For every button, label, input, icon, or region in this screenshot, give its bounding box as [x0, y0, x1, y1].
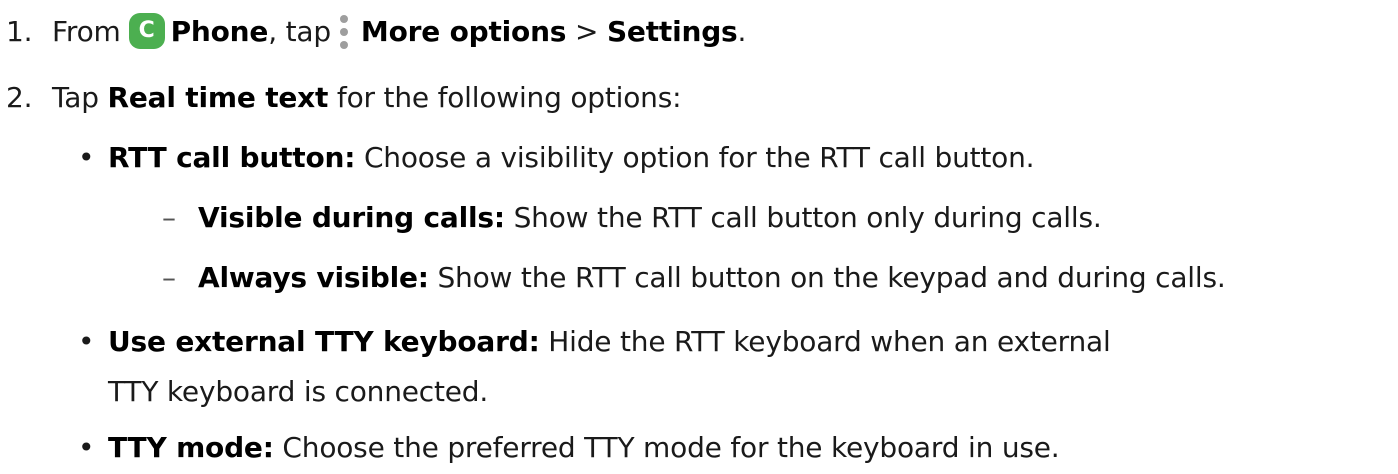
- option-desc: TTY keyboard is connected.: [108, 375, 489, 408]
- suboption-colon: :: [417, 261, 429, 294]
- option-colon: :: [262, 431, 274, 464]
- step-text: , tap: [268, 15, 331, 48]
- menu-separator: >: [566, 15, 607, 48]
- step-text: From: [52, 15, 121, 48]
- suboption-term: Always visible: [198, 261, 418, 294]
- settings-label: Settings: [606, 15, 738, 48]
- phone-app-icon: C: [128, 13, 165, 49]
- dash: –: [162, 261, 176, 294]
- step-text: Tap: [52, 81, 99, 114]
- suboption-desc: Show the RTT call button on the keypad a…: [428, 261, 1226, 294]
- more-options-label: More options: [360, 15, 567, 48]
- step-number: 2.: [6, 81, 33, 114]
- option-desc: Choose the preferred TTY mode for the ke…: [273, 431, 1060, 464]
- step-text: .: [737, 15, 747, 48]
- more-options-icon: [339, 14, 349, 50]
- real-time-text-label: Real time text: [107, 81, 329, 114]
- suboption-colon: :: [493, 201, 505, 234]
- bullet: •: [78, 431, 95, 464]
- option-desc: Choose a visibility option for the RTT c…: [355, 141, 1035, 174]
- option-colon: :: [528, 325, 540, 358]
- bullet: •: [78, 325, 95, 358]
- step-text: for the following options:: [328, 81, 682, 114]
- dash: –: [162, 201, 176, 234]
- option-term: Use external TTY keyboard: [108, 325, 529, 358]
- option-colon: :: [344, 141, 356, 174]
- bullet: •: [78, 141, 95, 174]
- suboption-desc: Show the RTT call button only during cal…: [504, 201, 1102, 234]
- suboption-term: Visible during calls: [198, 201, 494, 234]
- option-term: RTT call button: [108, 141, 345, 174]
- phone-app-label: Phone: [170, 15, 269, 48]
- step-number: 1.: [6, 15, 33, 48]
- option-term: TTY mode: [108, 431, 263, 464]
- phone-icon-letter: C: [138, 18, 155, 43]
- option-desc: Hide the RTT keyboard when an external: [539, 325, 1111, 358]
